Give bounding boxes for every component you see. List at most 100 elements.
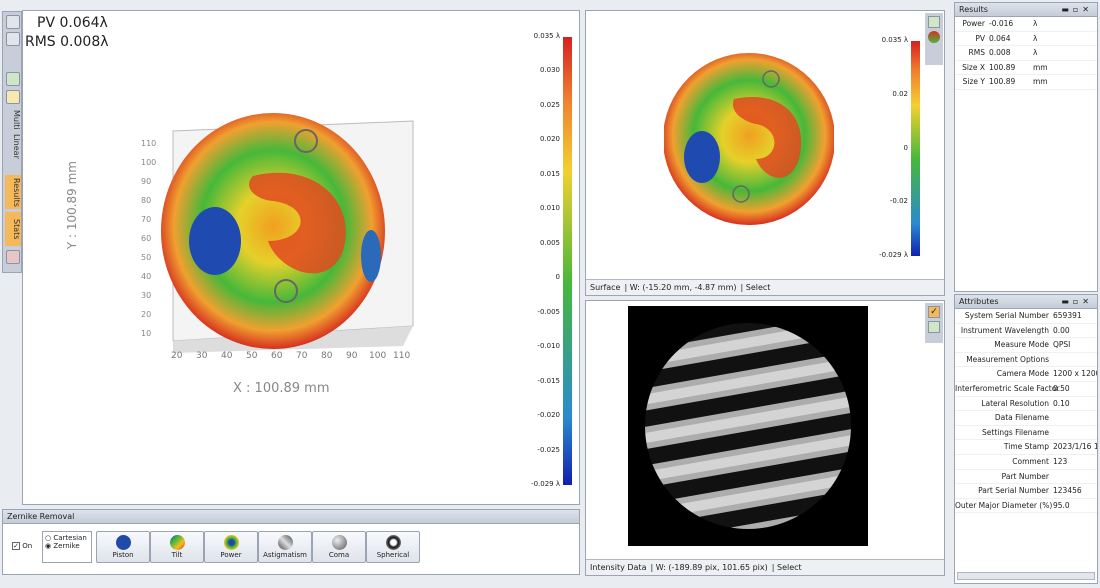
results-row: PV 0.064 λ [955,32,1097,47]
y-tick: 90 [141,177,152,186]
attribute-row: Comment 123 [955,455,1097,470]
results-value: -0.016 [989,19,1014,28]
spherical-button[interactable]: Spherical [366,531,420,563]
colorbar-tick-label: 0.015 [539,169,560,178]
tilt-icon [169,535,185,550]
surface-3d-panel: PV 0.064λ RMS 0.008λ 20 30 40 50 60 70 8… [22,10,580,505]
intensity-status-mode[interactable]: Select [777,563,802,572]
piston-label: Piston [112,551,134,559]
surface-status-title: Surface [590,283,621,292]
results-table: Power -0.016 λ PV 0.064 λ RMS 0.008 λ Size X 100.8… [955,17,1097,90]
surface-2d-plot[interactable] [664,49,834,229]
surface-status-mode[interactable]: Select [746,283,771,292]
attribute-row: Measurement Options [955,353,1097,368]
attribute-value: 95.0 [1053,500,1070,510]
attribute-value: 0.00 [1053,325,1070,335]
y-tick: 60 [141,234,152,243]
tab-multi[interactable]: Multi [5,108,21,130]
tab-results[interactable]: Results [5,175,21,209]
left-toolbar: Multi Linear Results Stats [2,11,22,273]
radio-zernike[interactable]: ◉ Zernike [45,542,89,550]
colorbar-tick-label: -0.010 [537,342,560,351]
x-tick: 50 [246,351,258,361]
attribute-value: QPSI [1053,340,1071,350]
attribute-key: System Serial Number [964,311,1049,320]
colorbar-tick-label: 0.005 [539,238,560,247]
intensity-status-coords: W: (-189.89 pix, 101.65 pix) [655,563,768,572]
attribute-key: Outer Major Diameter (%) [955,500,1053,510]
open-icon[interactable] [6,32,20,46]
surface-2d-low-spot [684,131,720,183]
x-tick: 90 [346,351,358,361]
colorbar-tick-label: -0.02 [889,197,908,206]
colorbar-tick-label: 0.020 [539,135,560,144]
y-tick: 10 [141,329,152,338]
radio-cartesian[interactable]: ○ Cartesian [45,534,89,542]
attribute-row: Instrument Wavelength 0.00 [955,324,1097,339]
results-row: Size Y 100.89 mm [955,75,1097,90]
results-row: Size X 100.89 mm [955,61,1097,76]
surface-status-coords: W: (-15.20 mm, -4.87 mm) [629,283,737,292]
astigmatism-button[interactable]: Astigmatism [258,531,312,563]
attribute-key: Data Filename [994,413,1049,423]
attribute-key: Time Stamp [1003,442,1049,452]
fringe-image[interactable] [628,306,868,546]
x-tick: 70 [296,351,308,361]
coord-option-group: ○ Cartesian ◉ Zernike [42,531,92,563]
chart-icon[interactable] [6,90,20,104]
tilt-button[interactable]: Tilt [150,531,204,563]
colorbar-tick-label: 0.030 [539,66,560,75]
panel-controls-icon[interactable]: ▬▫✕ [1061,3,1093,16]
piston-button[interactable]: Piston [96,531,150,563]
power-button[interactable]: Power [204,531,258,563]
results-unit: mm [1033,77,1048,87]
results-value: 0.064 [989,33,1011,43]
horizontal-scrollbar[interactable] [957,572,1095,580]
tab-linear[interactable]: Linear [5,132,21,159]
attribute-row: System Serial Number 659391 [955,309,1097,324]
attribute-row: Data Filename [955,411,1097,426]
zernike-on-checkbox[interactable]: ✓ On [12,542,32,550]
attributes-header: Attributes ▬▫✕ [955,295,1097,309]
y-tick: 110 [141,139,157,148]
y-tick: 80 [141,196,152,205]
results-panel: Results ▬▫✕ Power -0.016 λ PV 0.064 λ RMS 0.008 λ… [954,2,1098,292]
surface-side-toolbar [925,13,943,65]
grid-icon[interactable] [928,16,940,28]
panel-controls-icon[interactable]: ▬▫✕ [1061,295,1093,308]
attribute-key: Lateral Resolution [981,398,1049,408]
piston-icon [115,535,131,550]
results-value: 100.89 [989,77,1016,87]
zernike-on-label: On [22,542,33,550]
palette-icon[interactable] [928,31,940,43]
coma-button[interactable]: Coma [312,531,366,563]
attribute-key: Comment [1012,456,1049,466]
power-label: Power [220,551,242,559]
results-title: Results [959,5,988,14]
tab-stats[interactable]: Stats [5,212,21,246]
grid-icon[interactable] [6,72,20,86]
attribute-key: Interferometric Scale Factor [955,383,1060,393]
attribute-value: 2023/1/16 16:0 [1053,442,1097,452]
colorbar-tick-label: -0.020 [537,411,560,420]
astigmatism-icon [277,535,293,550]
check-icon[interactable]: ✓ [928,306,940,318]
surface-status-bar: Surface | W: (-15.20 mm, -4.87 mm) | Selec… [586,279,944,295]
surface-colorbar [911,41,920,256]
attributes-table: System Serial Number 659391 Instrument Wav… [955,309,1097,514]
pv-readout: PV 0.064λ [37,15,108,31]
y-tick: 20 [141,310,152,319]
save-icon[interactable] [6,15,20,29]
flag-icon[interactable] [6,250,20,264]
y-tick-labels: 110 100 90 80 70 60 50 40 30 20 10 [141,139,157,349]
attribute-row: Time Stamp 2023/1/16 16:0 [955,440,1097,455]
colorbar-tick-label: 0.035 λ [881,36,908,44]
attribute-value: 659391 [1053,311,1082,320]
surface-low-spot-right [361,230,381,282]
attribute-row: Settings Filename [955,426,1097,441]
attributes-title: Attributes [959,297,999,306]
grid-icon[interactable] [928,321,940,333]
coma-icon [331,535,347,550]
surface-low-spot-left [189,207,241,275]
colorbar-tick-label: 0 [903,143,908,152]
